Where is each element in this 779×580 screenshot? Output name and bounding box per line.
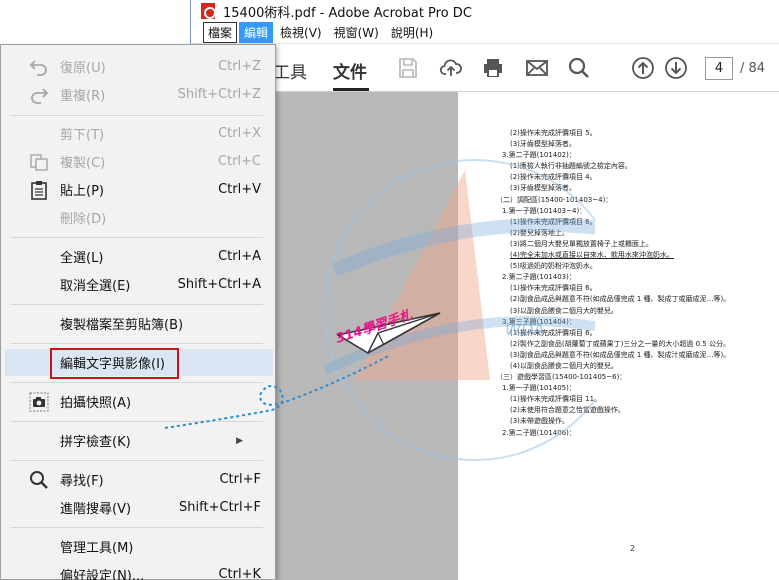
- menu-file[interactable]: 檔案: [203, 22, 238, 43]
- pdf-text-line: (1)應檢人執行非抽題編號之檢定內容。: [510, 162, 632, 171]
- pdf-page[interactable]: (2)操作未完成評價項目 5。 (3)牙齒模型掉落者。 3.第二子題(101402)…: [458, 92, 779, 580]
- pdf-page-number: 2: [630, 544, 636, 553]
- pdf-text-line: (4)完全未加水或直接以自來水、飲用水來沖泡奶水。: [510, 251, 674, 260]
- active-tab-indicator: [333, 88, 369, 91]
- pdf-text-line: (3)將二個月大嬰兒單獨放置椅子上或櫃面上。: [510, 239, 653, 248]
- menu-separator: [11, 527, 263, 528]
- menu-separator: [11, 115, 263, 116]
- menu-item-copy[interactable]: 複製(C) Ctrl+C: [5, 148, 273, 175]
- pdf-text-line: (2)製作之副食品(胡蘿蔔丁或蘋果丁)三分之一量的大小超過 0.5 公分。: [510, 339, 730, 348]
- pdf-text-line: (3)未帶遊戲操作。: [510, 417, 569, 426]
- pdf-text-line: (4)以副食品餵食二個月大的嬰兒。: [510, 361, 618, 370]
- menu-item-snapshot[interactable]: 拍攝快照(A): [5, 388, 273, 415]
- pdf-text-line: (2)嬰兒掉落地上。: [510, 228, 569, 237]
- mail-icon[interactable]: [525, 56, 549, 80]
- submenu-arrow-icon: ▶: [236, 435, 243, 446]
- menu-item-delete[interactable]: 刪除(D): [5, 204, 273, 231]
- pdf-text-line: (1)操作未完成評價項目 11。: [510, 395, 602, 404]
- copy-icon: [29, 152, 49, 172]
- menu-separator: [11, 382, 263, 383]
- cloud-upload-icon[interactable]: [439, 56, 463, 80]
- acrobat-window: 15400術科.pdf - Adobe Acrobat Pro DC 檔案 編輯…: [190, 0, 779, 580]
- clipboard-icon: [29, 180, 49, 200]
- pdf-text-line: (2)操作未完成評價項目 4。: [510, 173, 597, 182]
- menu-window[interactable]: 視窗(W): [329, 22, 384, 43]
- page-total: / 84: [740, 61, 766, 76]
- pdf-text-line: 1.第一子題(101403~4)：: [502, 206, 587, 215]
- redo-icon: [29, 85, 49, 105]
- pdf-text-line: (1)操作未完成評價項目 6。: [510, 217, 597, 226]
- menu-separator: [11, 460, 263, 461]
- pdf-text-line: 3.第三子題(101404)：: [502, 317, 576, 326]
- menu-separator: [11, 421, 263, 422]
- save-icon[interactable]: [396, 56, 420, 80]
- pdf-text-line: (2)副食品成品與題意不符(如成品僅完成 1 種、製成丁或磨成泥…等)。: [510, 295, 731, 304]
- camera-icon: [29, 392, 49, 412]
- pdf-text-block: (2)操作未完成評價項目 5。 (3)牙齒模型掉落者。 3.第二子題(101402)…: [496, 128, 776, 439]
- pdf-text-line: (1)操作未完成評價項目 6。: [510, 328, 597, 337]
- pdf-text-line: 3.第二子題(101402)：: [502, 151, 576, 160]
- menu-item-preferences[interactable]: 偏好設定(N)... Ctrl+K: [5, 561, 273, 580]
- menu-edit[interactable]: 編輯: [239, 22, 274, 43]
- pdf-file-icon: [201, 3, 216, 19]
- pdf-text-line: 1.第一子題(101405)：: [502, 384, 576, 393]
- menu-item-copy-file-to-clipboard[interactable]: 複製檔案至剪貼簿(B): [5, 310, 273, 337]
- page-number-input[interactable]: 4: [705, 57, 733, 80]
- search-icon[interactable]: [567, 56, 591, 80]
- menu-item-edit-text-images[interactable]: 編輯文字與影像(I): [5, 349, 273, 376]
- menu-bar: 檔案 編輯 檢視(V) 視窗(W) 說明(H): [191, 22, 779, 44]
- tab-tools[interactable]: 工具: [273, 58, 307, 83]
- edit-dropdown-menu: 復原(U) Ctrl+Z 重複(R) Shift+Ctrl+Z 剪下(T) Ct…: [0, 44, 276, 580]
- menu-item-paste[interactable]: 貼上(P) Ctrl+V: [5, 176, 273, 203]
- pdf-text-line: (2)操作未完成評價項目 5。: [510, 129, 597, 137]
- pdf-text-line: (3)牙齒模型掉落者。: [510, 184, 576, 193]
- tab-document[interactable]: 文件: [333, 58, 367, 83]
- title-bar: 15400術科.pdf - Adobe Acrobat Pro DC: [191, 0, 779, 22]
- print-icon[interactable]: [481, 56, 505, 80]
- menu-item-cut[interactable]: 剪下(T) Ctrl+X: [5, 120, 273, 147]
- pdf-text-line: (3)副食品成品與題意不符(如成品僅完成 1 種、製成汁或磨成泥…等)。: [510, 350, 731, 359]
- menu-item-redo[interactable]: 重複(R) Shift+Ctrl+Z: [5, 81, 273, 108]
- menu-help[interactable]: 說明(H): [386, 22, 438, 43]
- pdf-text-line: (3)牙齒模型掉落者。: [510, 140, 576, 149]
- menu-item-select-all[interactable]: 全選(L) Ctrl+A: [5, 243, 273, 270]
- search-icon: [29, 470, 49, 490]
- menu-separator: [11, 237, 263, 238]
- pdf-text-line: (5)吸過奶的奶粉沖泡奶水。: [510, 262, 597, 271]
- menu-item-manage-tools[interactable]: 管理工具(M): [5, 533, 273, 560]
- menu-view[interactable]: 檢視(V): [275, 22, 327, 43]
- pdf-text-line: 2.第二子題(101403)：: [502, 273, 576, 282]
- pdf-text-line: (3)以副食品餵食二個月大的嬰兒。: [510, 306, 618, 315]
- window-title: 15400術科.pdf - Adobe Acrobat Pro DC: [223, 5, 472, 21]
- pdf-text-line: （三）遊戲學習區(15400-101405~6)：: [496, 373, 627, 382]
- toolbar: 工具 文件 4 / 84: [191, 44, 779, 92]
- pdf-text-line: (1)操作未完成評價項目 6。: [510, 284, 597, 293]
- menu-item-advanced-search[interactable]: 進階搜尋(V) Shift+Ctrl+F: [5, 494, 273, 521]
- menu-item-undo[interactable]: 復原(U) Ctrl+Z: [5, 53, 273, 80]
- menu-item-spell-check[interactable]: 拼字檢查(K) ▶: [5, 427, 273, 454]
- document-area[interactable]: (2)操作未完成評價項目 5。 (3)牙齒模型掉落者。 3.第二子題(101402)…: [191, 92, 779, 580]
- pdf-text-line: （二）調配區(15400-101403~4)：: [496, 195, 613, 204]
- menu-item-find[interactable]: 尋找(F) Ctrl+F: [5, 466, 273, 493]
- undo-icon: [29, 57, 49, 77]
- pdf-text-line: 2.第二子題(101406)：: [502, 428, 576, 437]
- pdf-text-line: (2)未使用符合題意之恰當遊戲操作。: [510, 406, 625, 415]
- menu-separator: [11, 304, 263, 305]
- prev-page-icon[interactable]: [631, 56, 655, 80]
- next-page-icon[interactable]: [664, 56, 688, 80]
- menu-item-deselect-all[interactable]: 取消全選(E) Shift+Ctrl+A: [5, 271, 273, 298]
- menu-separator: [11, 343, 263, 344]
